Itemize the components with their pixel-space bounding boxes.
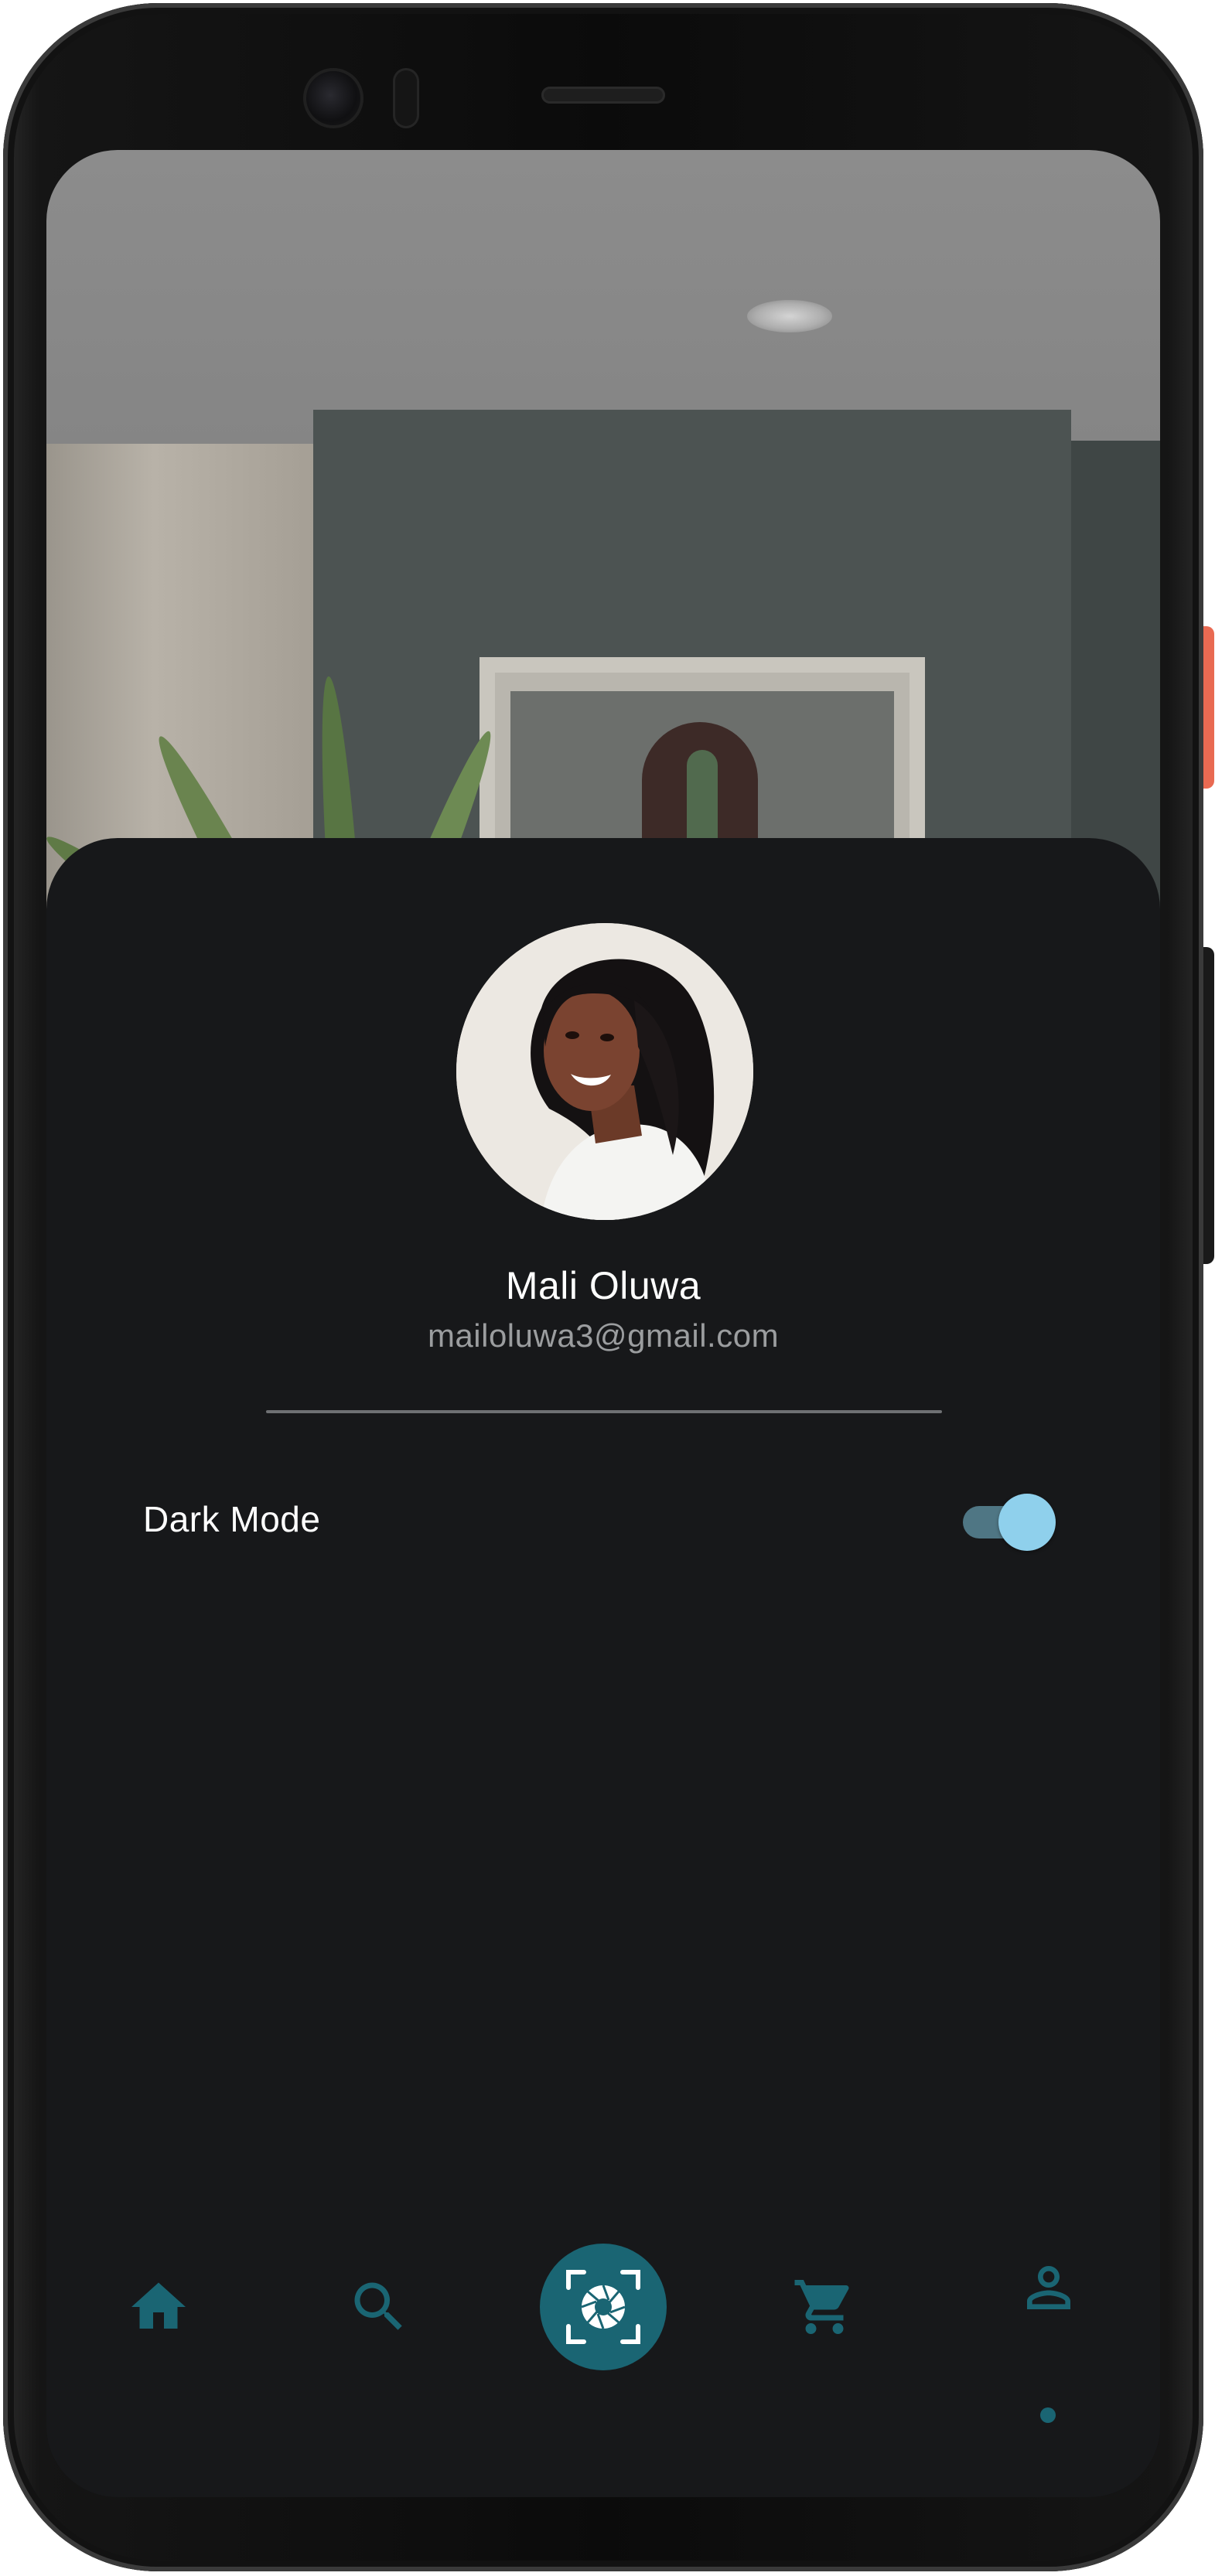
proximity-sensor xyxy=(393,68,419,128)
ceiling-light xyxy=(747,300,832,332)
active-tab-indicator xyxy=(1040,2407,1056,2423)
profile-icon xyxy=(1027,2266,1070,2309)
power-button xyxy=(1203,626,1214,789)
divider xyxy=(266,1410,942,1413)
nav-cart-button[interactable] xyxy=(747,2230,902,2384)
profile-name: Mali Oluwa xyxy=(505,1264,701,1307)
earpiece-speaker xyxy=(541,87,665,104)
toggle-thumb xyxy=(998,1494,1056,1551)
avatar[interactable] xyxy=(456,923,753,1220)
dark-mode-label: Dark Mode xyxy=(143,1499,321,1539)
cover-photo xyxy=(46,150,1160,975)
nav-search-button[interactable] xyxy=(302,2230,456,2384)
camera-fab xyxy=(540,2244,667,2370)
app-screen: Mali Oluwa mailoluwa3@gmail.com Dark Mod… xyxy=(46,150,1160,2497)
setting-dark-mode: Dark Mode xyxy=(143,1480,1063,1560)
nav-profile-button[interactable] xyxy=(971,2210,1126,2365)
search-icon xyxy=(354,2282,402,2330)
avatar-portrait xyxy=(456,923,753,1220)
camera-shutter-icon xyxy=(566,2270,640,2344)
front-camera-lens xyxy=(303,68,363,128)
volume-button xyxy=(1203,947,1214,1264)
nav-home-button[interactable] xyxy=(81,2230,236,2384)
home-icon xyxy=(131,2282,186,2329)
cart-icon xyxy=(794,2280,849,2334)
nav-camera-button[interactable] xyxy=(526,2230,681,2384)
profile-email: mailoluwa3@gmail.com xyxy=(427,1317,780,1354)
dark-mode-toggle[interactable] xyxy=(963,1494,1056,1551)
